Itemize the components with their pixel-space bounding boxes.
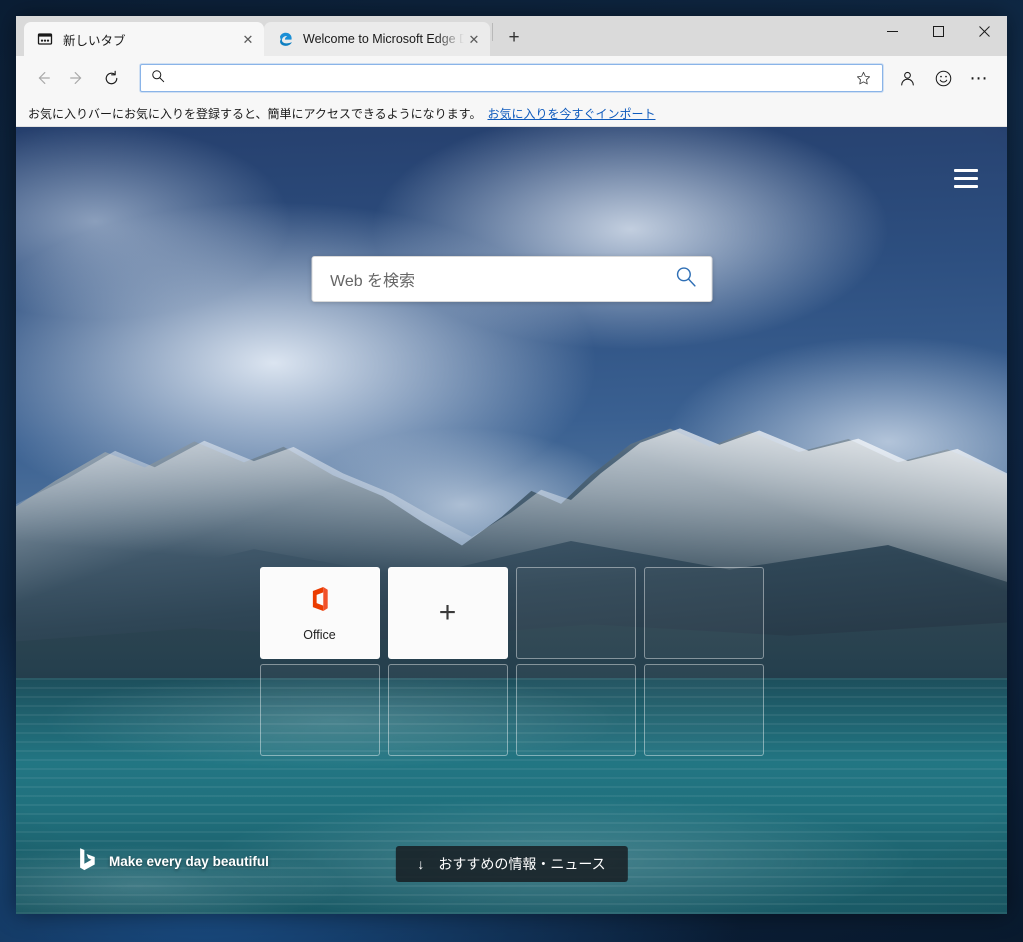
news-feed-label: おすすめの情報・ニュース [438,856,606,872]
newtab-icon [36,30,54,48]
tile-placeholder[interactable] [643,664,764,756]
import-favorites-link[interactable]: お気に入りを今すぐインポート [487,105,655,122]
bing-tagline: Make every day beautiful [109,854,269,869]
close-button[interactable] [961,16,1007,46]
favorites-bar-message: お気に入りバーにお気に入りを登録すると、簡単にアクセスできるようになります。 [28,106,482,121]
tab-close-button[interactable]: ✕ [238,29,258,49]
tab-close-button[interactable]: ✕ [464,29,484,49]
feedback-smiley-icon[interactable] [925,62,961,94]
search-icon[interactable] [674,265,697,293]
background-vignette [16,127,1007,914]
tile-placeholder[interactable] [515,664,636,756]
browser-window: 新しいタブ ✕ Welcome to Microsoft Edge Dev ✕ [16,16,1007,914]
new-tab-page: Office + Make every day [16,127,1007,914]
new-tab-button[interactable]: + [499,23,529,53]
bing-logo [78,847,97,876]
hamburger-bar [954,176,978,180]
refresh-button[interactable] [94,62,128,94]
news-feed-button[interactable]: ↓ おすすめの情報・ニュース [395,846,628,882]
tile-add-site[interactable]: + [387,567,508,659]
minimize-button[interactable] [869,16,915,46]
back-button[interactable] [26,62,60,94]
tab-separator [492,23,493,41]
desktop-background: 新しいタブ ✕ Welcome to Microsoft Edge Dev ✕ [0,0,1023,942]
title-bar: 新しいタブ ✕ Welcome to Microsoft Edge Dev ✕ [16,16,1007,56]
tile-placeholder[interactable] [259,664,380,756]
tile-placeholder[interactable] [387,664,508,756]
tab-title: 新しいタブ [63,33,126,48]
favorites-bar: お気に入りバーにお気に入りを登録すると、簡単にアクセスできるようになります。 お… [16,100,1007,127]
forward-button[interactable] [60,62,94,94]
address-bar[interactable] [140,64,883,92]
window-controls [869,16,1007,56]
plus-icon: + [438,596,457,629]
tile-placeholder[interactable] [515,567,636,659]
office-icon [305,584,335,619]
hamburger-bar [954,168,978,172]
tab-title: Welcome to Microsoft Edge Dev [303,32,464,46]
hamburger-bar [954,184,978,188]
tile-placeholder[interactable] [643,567,764,659]
favorite-star-icon[interactable] [850,66,876,90]
tile-office[interactable]: Office [259,567,380,659]
settings-more-button[interactable]: ⋯ [961,62,997,94]
maximize-button[interactable] [915,16,961,46]
edge-icon [276,30,294,48]
hamburger-menu-icon[interactable] [949,163,983,193]
address-search-icon [151,69,165,88]
tab-welcome-edge[interactable]: Welcome to Microsoft Edge Dev ✕ [264,22,490,56]
web-search-input[interactable] [330,267,674,291]
tab-new-tab[interactable]: 新しいタブ ✕ [24,22,264,56]
browser-toolbar: ⋯ [16,56,1007,100]
tab-strip: 新しいタブ ✕ Welcome to Microsoft Edge Dev ✕ [16,16,869,56]
web-search-box[interactable] [311,256,712,302]
tile-label: Office [303,628,336,642]
profile-icon[interactable] [889,62,925,94]
arrow-down-icon: ↓ [417,856,425,872]
bing-attribution[interactable]: Make every day beautiful [78,847,269,876]
top-sites-grid: Office + [259,567,764,756]
